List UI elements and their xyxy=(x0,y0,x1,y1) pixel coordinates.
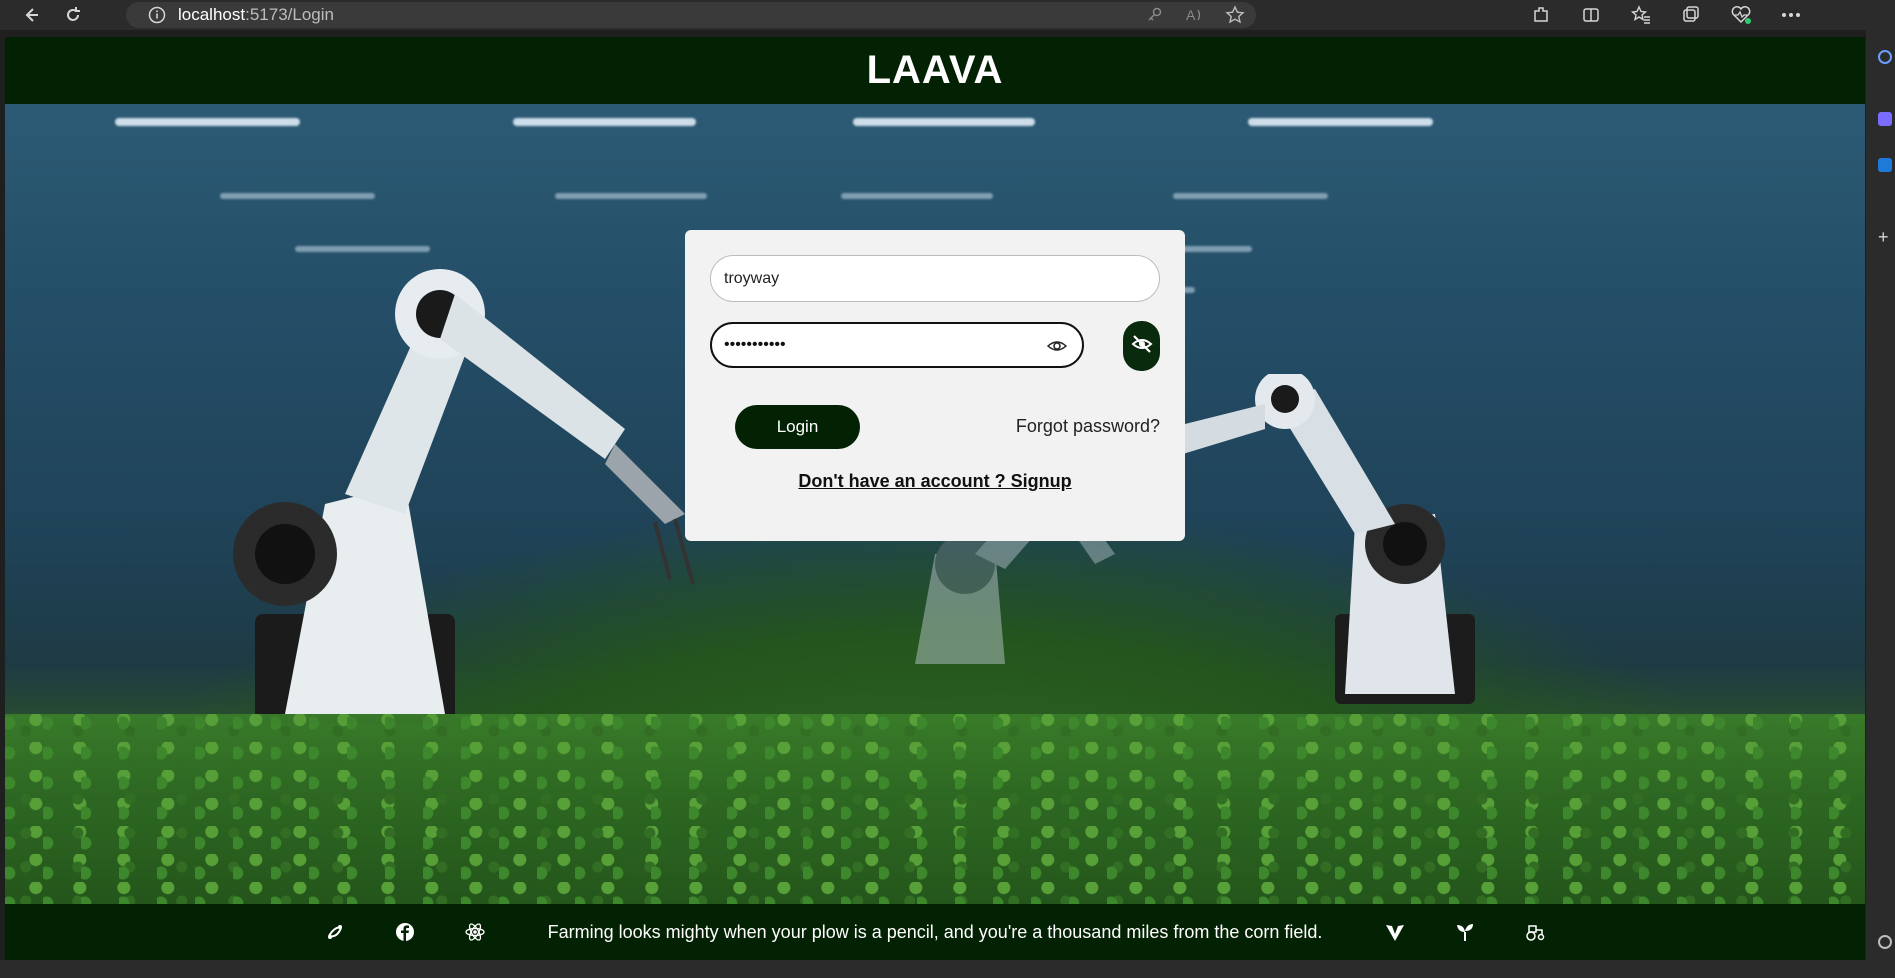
swirl-icon[interactable] xyxy=(324,921,346,943)
sprout-icon[interactable] xyxy=(1454,921,1476,943)
ceiling-light xyxy=(853,118,1035,126)
facebook-icon[interactable] xyxy=(394,921,416,943)
favorites-icon[interactable] xyxy=(1630,4,1652,26)
outlook-icon[interactable] xyxy=(1878,158,1892,172)
address-bar[interactable]: localhost:5173/Login A xyxy=(126,2,1256,28)
ceiling-light xyxy=(220,193,375,199)
eye-icon[interactable] xyxy=(1046,335,1068,357)
ceiling-light xyxy=(295,246,430,252)
site-title: LAAVA xyxy=(866,48,1004,92)
read-aloud-icon[interactable]: A xyxy=(1184,4,1206,26)
health-icon[interactable] xyxy=(1730,4,1752,26)
toolbar-icons xyxy=(1530,0,1802,30)
login-button[interactable]: Login xyxy=(735,405,860,449)
extensions-icon[interactable] xyxy=(1530,4,1552,26)
toggle-password-visibility-button[interactable] xyxy=(1123,321,1160,371)
more-menu-icon[interactable] xyxy=(1780,4,1802,26)
vite-icon[interactable] xyxy=(1384,921,1406,943)
page: LAAVA troyway ••••••••••• Login Forgot p… xyxy=(5,37,1865,960)
username-input[interactable]: troyway xyxy=(710,255,1160,302)
site-header: LAAVA xyxy=(5,37,1865,104)
ceiling-light xyxy=(115,118,300,126)
back-button[interactable] xyxy=(16,2,46,28)
signup-link[interactable]: Don't have an account ? Signup xyxy=(685,471,1185,492)
eye-slash-icon xyxy=(1130,332,1154,361)
copilot-icon[interactable] xyxy=(1878,112,1892,126)
username-value: troyway xyxy=(724,269,780,287)
search-icon[interactable] xyxy=(1878,50,1892,64)
password-input[interactable]: ••••••••••• xyxy=(710,322,1084,368)
tractor-icon[interactable] xyxy=(1524,921,1546,943)
collections-icon[interactable] xyxy=(1680,4,1702,26)
url-path: :5173/Login xyxy=(245,5,334,24)
ceiling-light xyxy=(1173,193,1328,199)
site-footer: Farming looks mighty when your plow is a… xyxy=(5,904,1865,960)
key-icon[interactable] xyxy=(1144,4,1166,26)
browser-edge-sidebar: + xyxy=(1866,30,1895,978)
ceiling-light xyxy=(1248,118,1433,126)
reload-button[interactable] xyxy=(58,2,88,28)
login-card: troyway ••••••••••• Login Forgot passwor… xyxy=(685,230,1185,541)
grass-field xyxy=(5,714,1865,904)
robot-arm-illustration xyxy=(233,269,695,724)
react-icon[interactable] xyxy=(464,921,486,943)
ceiling-light xyxy=(555,193,707,199)
split-screen-icon[interactable] xyxy=(1580,4,1602,26)
browser-bottom-strip xyxy=(0,960,1895,978)
settings-icon[interactable] xyxy=(1878,935,1892,949)
ceiling-light xyxy=(841,193,993,199)
password-value: ••••••••••• xyxy=(724,336,786,353)
favorite-star-icon[interactable] xyxy=(1224,4,1246,26)
add-icon[interactable]: + xyxy=(1878,228,1892,246)
forgot-password-link[interactable]: Forgot password? xyxy=(1016,416,1160,437)
browser-toolbar: localhost:5173/Login A xyxy=(0,0,1895,30)
ceiling-light xyxy=(513,118,696,126)
svg-text:A: A xyxy=(1186,7,1196,23)
site-info-icon[interactable] xyxy=(146,4,168,26)
footer-quote: Farming looks mighty when your plow is a… xyxy=(547,921,1323,942)
url-host: localhost xyxy=(178,5,246,24)
